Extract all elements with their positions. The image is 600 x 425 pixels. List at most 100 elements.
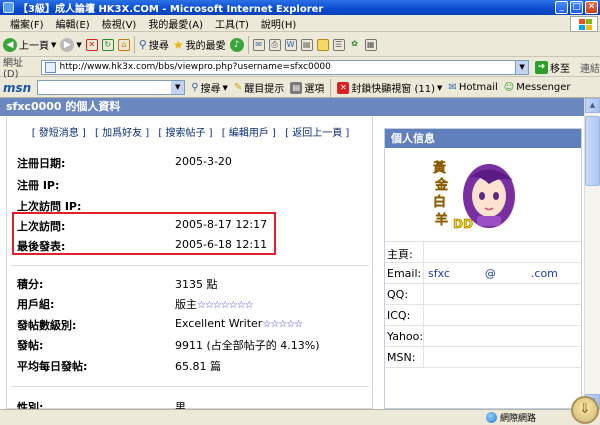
favorites-label: 我的最愛	[185, 41, 226, 52]
info-label: MSN:	[387, 351, 416, 364]
media-icon[interactable]: ♪	[229, 37, 244, 52]
stop-icon[interactable]: ✕	[85, 38, 98, 51]
page-icon	[45, 61, 57, 73]
forward-button[interactable]: ▶ ▼	[60, 37, 82, 52]
vertical-scrollbar[interactable]: ▲ ▼	[584, 98, 600, 409]
address-input[interactable]: http://www.hk3x.com/bbs/viewpro.php?user…	[41, 59, 530, 75]
msn-logo[interactable]: msn	[3, 81, 31, 95]
menu-help[interactable]: 說明(H)	[255, 16, 302, 31]
discuss-icon[interactable]: ▤	[300, 38, 313, 51]
info-label: QQ:	[387, 288, 409, 301]
address-url[interactable]: http://www.hk3x.com/bbs/viewpro.php?user…	[59, 62, 515, 72]
close-button[interactable]: ✕	[585, 1, 598, 14]
column-divider	[423, 326, 424, 347]
info-label: Email:	[387, 267, 422, 280]
add-friend-link[interactable]: [ 加爲好友 ]	[95, 128, 149, 139]
status-bar: 網際網路	[0, 409, 600, 425]
menu-favorites[interactable]: 我的最愛(A)	[142, 16, 209, 31]
research-icon[interactable]: ☰	[332, 38, 345, 51]
highlight-label: 醒目提示	[244, 84, 285, 95]
posts-row: 發帖: 9911 (占全部帖子的 4.13%)	[17, 335, 367, 353]
field-label: 最後發表:	[17, 240, 66, 253]
chevron-down-icon[interactable]: ▼	[171, 81, 185, 94]
menu-file[interactable]: 檔案(F)	[4, 16, 50, 31]
popup-label: 封鎖快顯視窗 (11)	[351, 84, 436, 95]
field-value: 2005-6-18 12:11	[175, 238, 268, 251]
search-posts-link[interactable]: [ 搜索帖子 ]	[158, 128, 212, 139]
messenger-buddy-icon: ☺	[503, 82, 515, 93]
favorites-button[interactable]: ★ 我的最愛	[173, 37, 226, 53]
mail-icon[interactable]: ✉	[252, 38, 265, 51]
send-message-link[interactable]: [ 發短消息 ]	[32, 128, 86, 139]
column-divider	[423, 347, 424, 368]
window-controls: _ □ ✕	[555, 1, 598, 14]
msn-search-button[interactable]: ⚲ 搜尋 ▼	[191, 80, 228, 95]
email-row: Email: sfxc @ .com	[385, 263, 581, 284]
profile-details-panel: [ 發短消息 ] [ 加爲好友 ] [ 搜索帖子 ] [ 編輯用戶 ] [ 返回…	[6, 116, 373, 409]
last-post-row: 最後發表: 2005-6-18 12:11	[17, 236, 367, 254]
print-icon[interactable]: ⎙	[268, 38, 281, 51]
title-bar: 【3級】成人論壇 HK3X.COM - Microsoft Internet E…	[0, 0, 600, 15]
qq-row: QQ:	[385, 284, 581, 305]
hotmail-icon: ✉	[448, 82, 457, 93]
search-button[interactable]: ⚲ 搜尋	[139, 37, 169, 52]
field-label: 上次訪問:	[17, 220, 66, 233]
field-value: 9911 (占全部帖子的 4.13%)	[175, 339, 320, 352]
profile-heading: sfxc0000 的個人資料	[0, 98, 584, 116]
refresh-icon[interactable]: ↻	[101, 38, 114, 51]
toolbar-separator	[133, 35, 135, 54]
search-icon: ⚲	[191, 82, 199, 93]
scroll-up-button[interactable]: ▲	[585, 98, 600, 113]
field-label: 發帖數級別:	[17, 319, 77, 332]
scroll-thumb[interactable]	[585, 116, 600, 186]
popup-block-icon: ✕	[337, 81, 350, 94]
go-button[interactable]: ➜ 移至	[535, 60, 570, 75]
yahoo-row: Yahoo:	[385, 326, 581, 347]
chevron-down-icon: ▼	[76, 40, 82, 49]
column-divider	[423, 305, 424, 326]
msn-row: MSN:	[385, 347, 581, 368]
search-icon: ⚲	[138, 38, 147, 51]
ie-icon	[3, 2, 14, 13]
links-button[interactable]: 連結	[580, 60, 600, 75]
menu-view[interactable]: 檢視(V)	[96, 16, 143, 31]
avatar: 黃 金 白 羊 DD	[432, 160, 515, 231]
column-divider	[423, 284, 424, 305]
info-label: ICQ:	[387, 309, 411, 322]
rank-stars: ☆☆☆☆☆	[262, 319, 303, 330]
bookmark-icon[interactable]: ▦	[364, 38, 377, 51]
toolbar-separator	[330, 78, 332, 97]
avatar-char: DD	[453, 217, 473, 231]
edit-user-link[interactable]: [ 編輯用戶 ]	[222, 128, 276, 139]
popup-blocker-button[interactable]: ✕ 封鎖快顯視窗 (11) ▼	[337, 80, 442, 95]
daily-posts-row: 平均每日發帖: 65.81 篇	[17, 356, 367, 374]
msn-search-input[interactable]: ▼	[37, 80, 186, 95]
chevron-down-icon[interactable]: ▼	[515, 60, 529, 74]
scroll-down-badge-icon[interactable]: ⇓	[571, 396, 599, 424]
back-link[interactable]: [ 返回上一頁 ]	[285, 128, 349, 139]
folder-icon[interactable]	[316, 38, 329, 51]
field-label: 平均每日發帖:	[17, 360, 88, 373]
edit-icon[interactable]: W	[284, 38, 297, 51]
field-label: 注冊 IP:	[17, 179, 60, 192]
field-label: 發帖:	[17, 339, 44, 352]
hotmail-button[interactable]: ✉ Hotmail	[448, 82, 497, 93]
back-button[interactable]: ◀ 上一頁 ▼	[3, 37, 56, 52]
menu-bar: 檔案(F) 編輯(E) 檢視(V) 我的最愛(A) 工具(T) 說明(H)	[0, 15, 600, 32]
home-icon[interactable]: ⌂	[117, 38, 130, 51]
avatar-char: 白	[433, 194, 446, 210]
search-label: 搜尋	[148, 41, 169, 52]
register-date-row: 注冊日期: 2005-3-20	[17, 153, 367, 171]
messenger-icon[interactable]: ✿	[349, 39, 361, 51]
options-icon: ▤	[290, 81, 303, 94]
menu-edit[interactable]: 編輯(E)	[50, 16, 96, 31]
highlight-button[interactable]: ✎ 醒目提示	[234, 80, 284, 95]
messenger-button[interactable]: ☺ Messenger	[504, 82, 571, 93]
options-button[interactable]: ▤ 選項	[290, 80, 324, 95]
maximize-button[interactable]: □	[570, 1, 583, 14]
options-label: 選項	[304, 84, 325, 95]
avatar-char: 羊	[435, 212, 448, 228]
email-link[interactable]: sfxc @ .com	[428, 267, 558, 280]
minimize-button[interactable]: _	[555, 1, 568, 14]
menu-tools[interactable]: 工具(T)	[209, 16, 255, 31]
